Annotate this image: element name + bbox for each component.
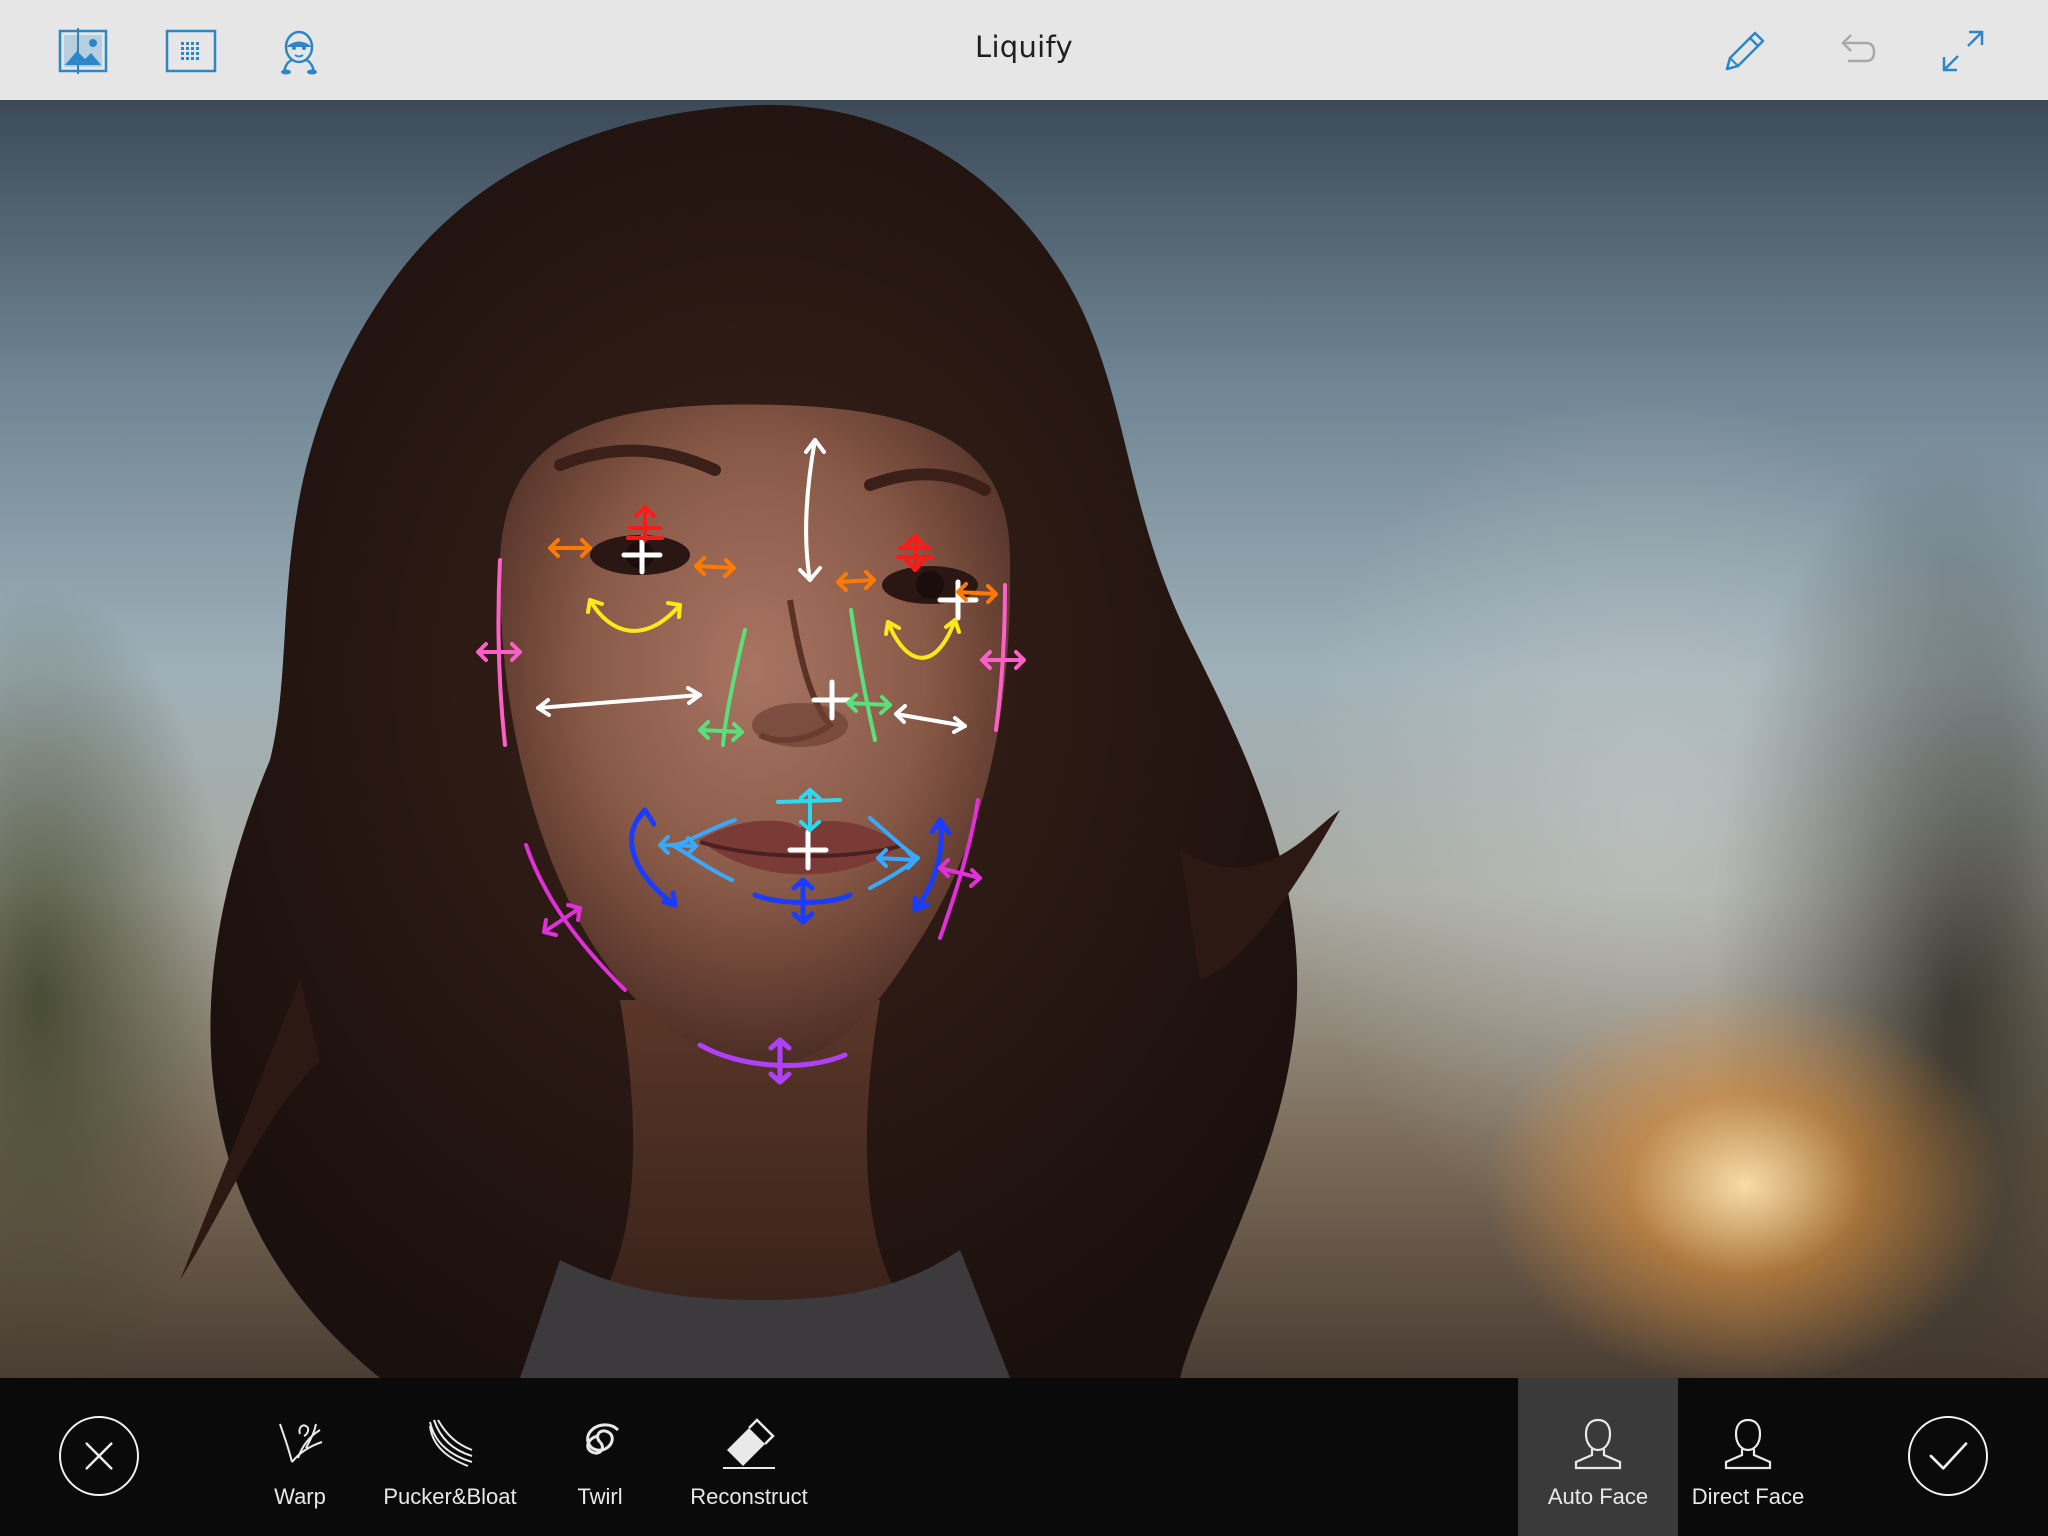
mode-label: Auto Face: [1547, 1484, 1649, 1509]
mode-auto-face[interactable]: Auto Face: [1518, 1378, 1678, 1536]
face-handles-overlay: [476, 438, 1026, 1085]
checkmark-icon: [1929, 1442, 1968, 1470]
undo-icon[interactable]: [1830, 24, 1884, 78]
cancel-button[interactable]: [59, 1416, 139, 1496]
tool-pucker-bloat[interactable]: Pucker&Bloat: [378, 1378, 522, 1536]
top-toolbar: Liquify: [0, 0, 2048, 101]
tool-label: Reconstruct: [690, 1484, 808, 1509]
tool-warp[interactable]: Warp: [240, 1378, 360, 1536]
twirl-icon: [570, 1412, 630, 1472]
tool-label: Pucker&Bloat: [383, 1484, 517, 1509]
bottom-toolbar: Warp Pucker&Bloat Twirl Reconstruct Auto…: [0, 1378, 2048, 1536]
person-icon: [1718, 1412, 1778, 1472]
mode-direct-face[interactable]: Direct Face: [1684, 1378, 1812, 1536]
photo-canvas[interactable]: [0, 100, 2048, 1378]
tool-label: Twirl: [577, 1484, 623, 1509]
tool-twirl[interactable]: Twirl: [550, 1378, 650, 1536]
confirm-button[interactable]: [1908, 1416, 1988, 1496]
expand-icon[interactable]: [1936, 24, 1990, 78]
pucker-bloat-icon: [420, 1412, 480, 1472]
mode-label: Direct Face: [1691, 1484, 1805, 1509]
close-icon: [85, 1442, 113, 1470]
eraser-icon: [719, 1412, 779, 1472]
warp-icon: [270, 1412, 330, 1472]
person-icon: [1568, 1412, 1628, 1472]
tool-label: Warp: [274, 1484, 326, 1509]
tool-reconstruct[interactable]: Reconstruct: [684, 1378, 814, 1536]
pencil-icon[interactable]: [1718, 24, 1772, 78]
